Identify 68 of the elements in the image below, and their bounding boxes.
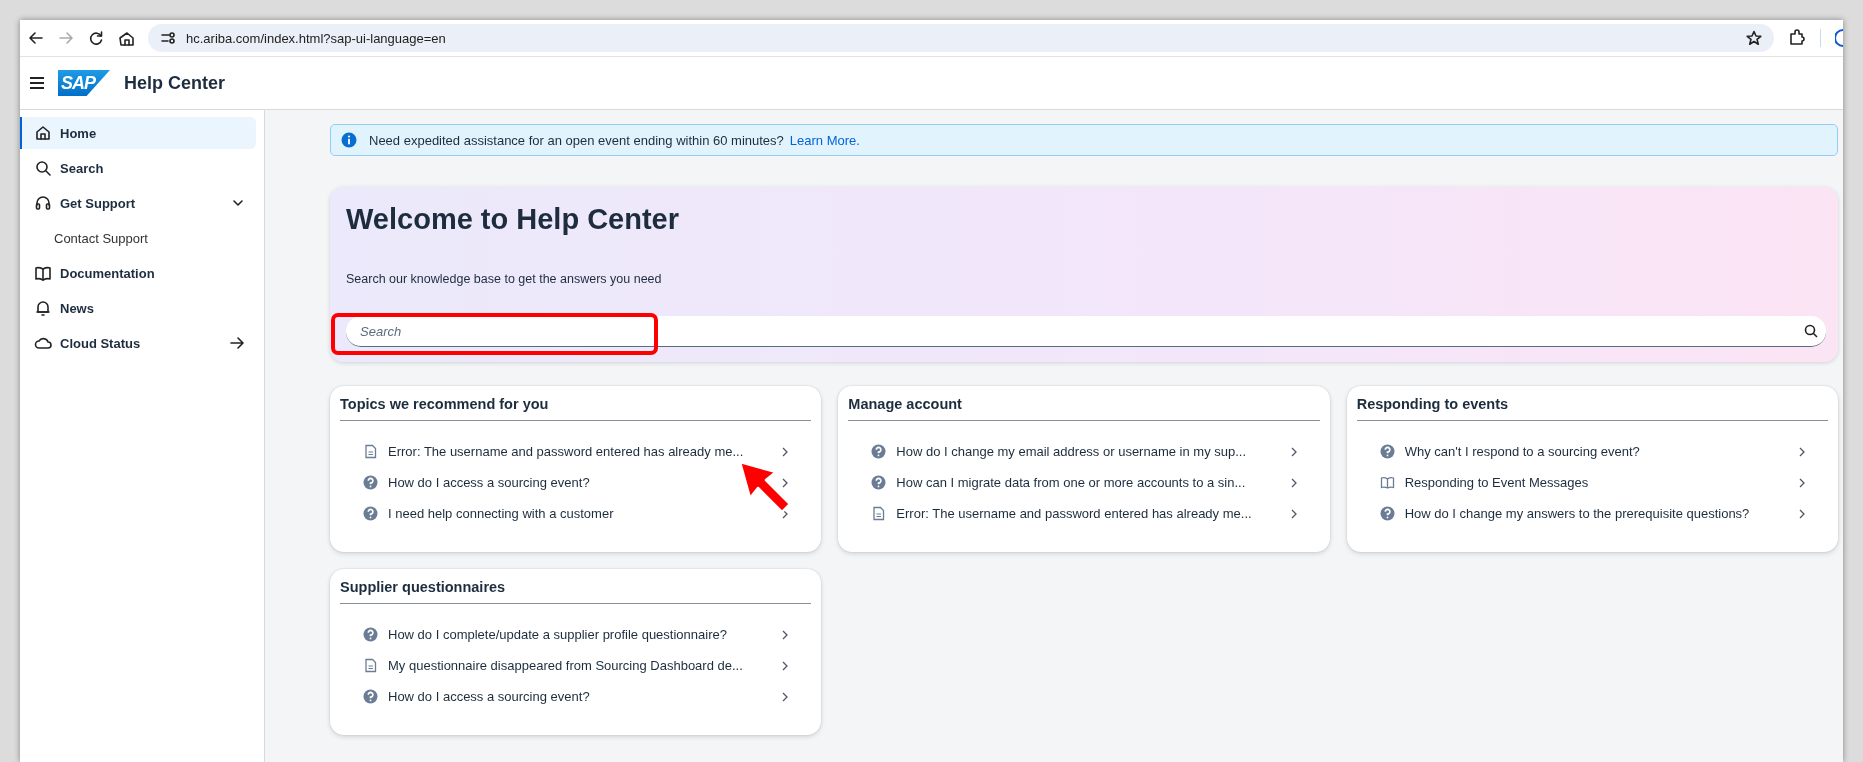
sidebar-item[interactable]: Cloud Status [20, 327, 256, 359]
logo[interactable]: SAP [58, 70, 110, 96]
learn-more-link[interactable]: Learn More. [789, 132, 860, 148]
card-title: Supplier questionnaires [340, 579, 812, 604]
home-icon[interactable] [118, 30, 134, 46]
topic-link[interactable]: Error: The username and password entered has already me... [363, 436, 812, 467]
question-icon [363, 506, 378, 521]
card-title: Manage account [848, 396, 1320, 421]
topic-link[interactable]: Responding to Event Messages [1379, 467, 1828, 498]
question-icon [363, 475, 378, 490]
profile-icon[interactable] [1835, 29, 1843, 47]
card-title: Topics we recommend for you [340, 396, 812, 421]
sidebar-item[interactable]: Documentation [20, 257, 256, 289]
star-icon[interactable] [1746, 30, 1762, 46]
sidebar-item[interactable]: Contact Support [20, 222, 256, 254]
chevron-right-icon [781, 629, 790, 640]
document-icon [363, 444, 378, 459]
back-icon[interactable] [28, 30, 44, 46]
chevron-right-icon [1289, 446, 1298, 457]
extension-icon[interactable] [1788, 29, 1806, 47]
document-icon [871, 506, 887, 521]
chevron-right-icon [781, 691, 790, 702]
book-icon [1379, 475, 1395, 490]
menu-icon[interactable] [28, 74, 46, 92]
banner-text: Need expedited assistance for an open event ending within 60 minutes? [369, 132, 784, 148]
question-icon [871, 444, 887, 459]
question-icon [1379, 444, 1395, 459]
search-icon[interactable] [1804, 324, 1818, 338]
bell-icon [34, 299, 52, 317]
card-title: Responding to events [1356, 396, 1828, 421]
chevron-right-icon [1289, 477, 1298, 488]
topic-link[interactable]: How do I change my email address or username in my sup... [871, 436, 1320, 467]
arrow-right-icon [230, 336, 244, 350]
sidebar-item[interactable]: Home [20, 117, 256, 149]
question-icon [363, 627, 378, 642]
chevron-right-icon [781, 446, 790, 457]
sidebar-item[interactable]: Search [20, 152, 256, 184]
welcome-title: Welcome to Help Center [346, 203, 681, 236]
book-icon [34, 264, 52, 282]
info-icon [341, 132, 357, 148]
chevron-right-icon [1289, 508, 1298, 519]
topic-link[interactable]: Error: The username and password entered has already me... [871, 498, 1320, 529]
search-icon [34, 159, 52, 177]
question-icon [1379, 506, 1395, 521]
chevron-down-icon[interactable] [232, 197, 244, 209]
topic-link[interactable]: Why can't I respond to a sourcing event? [1379, 436, 1828, 467]
document-icon [363, 658, 378, 673]
chevron-right-icon [1798, 508, 1806, 519]
home-icon [34, 124, 52, 142]
search-field[interactable]: Search [346, 316, 1826, 347]
topic-link[interactable]: How do I complete/update a supplier profile questionnaire? [363, 619, 812, 650]
chevron-right-icon [781, 660, 790, 671]
reload-icon[interactable] [88, 30, 104, 46]
topic-link[interactable]: My questionnaire disappeared from Sourcing Dashboard de... [363, 650, 812, 681]
topic-link[interactable]: How can I migrate data from one or more accounts to a sin... [871, 467, 1320, 498]
topic-link[interactable]: How do I access a sourcing event? [363, 681, 812, 712]
sidebar-item[interactable]: Get Support [20, 187, 256, 219]
sidebar-item[interactable]: News [20, 292, 256, 324]
welcome-subtitle: Search our knowledge base to get the answers you need [346, 272, 663, 286]
headset-icon [34, 194, 52, 212]
chevron-right-icon [1798, 477, 1806, 488]
chevron-right-icon [1798, 446, 1806, 457]
question-icon [871, 475, 887, 490]
topic-link[interactable]: How do I change my answers to the prerequisite questions? [1379, 498, 1828, 529]
site-settings-icon[interactable] [160, 30, 176, 46]
question-icon [363, 689, 378, 704]
chevron-right-icon [781, 477, 790, 488]
app-title: Help Center [124, 72, 226, 94]
